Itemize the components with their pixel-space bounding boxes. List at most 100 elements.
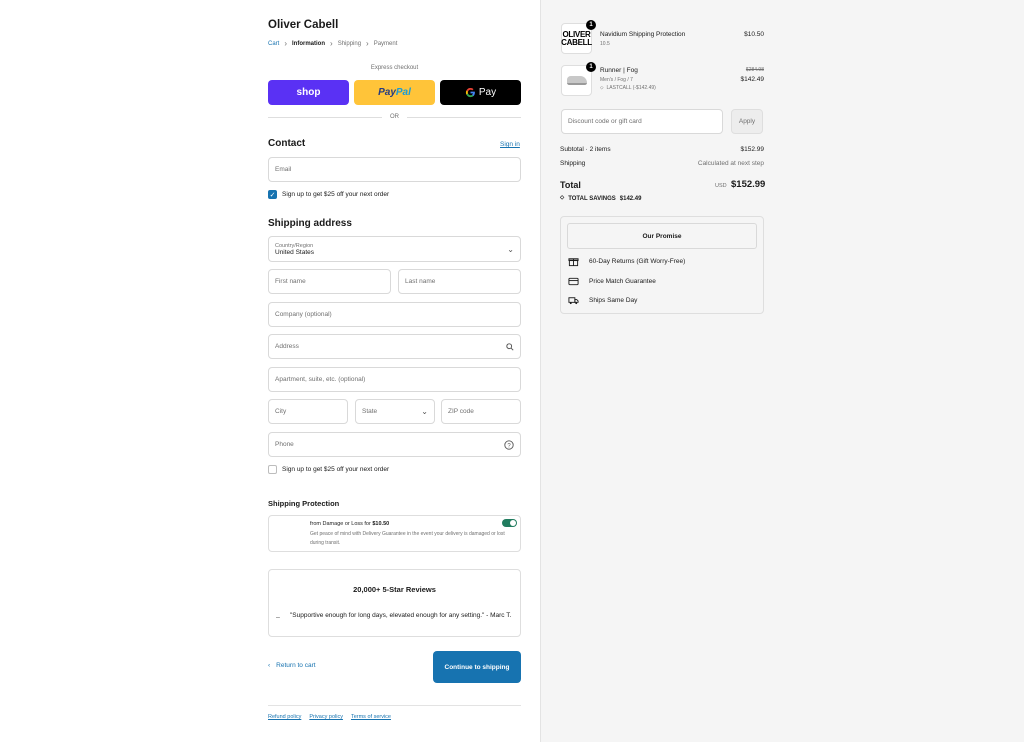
protection-offer-text: from Damage or Loss for — [310, 521, 371, 527]
brand-logo: OLIVER CABELL — [561, 30, 592, 47]
tag-icon: ⬦ — [600, 85, 604, 91]
shoe-image — [566, 76, 587, 85]
shipping-address-heading: Shipping address — [268, 218, 352, 229]
chevron-right-icon: › — [284, 39, 288, 48]
item-price: $10.50 — [744, 31, 764, 38]
chevron-left-icon: ‹ — [268, 662, 271, 669]
item-name: Runner | Fog — [600, 67, 638, 74]
reviews-title: 20,000+ 5-Star Reviews — [353, 585, 436, 594]
help-circle-icon[interactable]: ? — [504, 440, 514, 450]
continue-label: Continue to shipping — [444, 663, 510, 671]
city-placeholder: City — [275, 408, 287, 415]
carousel-indicator[interactable]: – — [276, 614, 280, 621]
breadcrumb-payment: Payment — [373, 41, 398, 47]
company-field[interactable]: Company (optional) — [268, 302, 521, 327]
item-original-price: $284.98 — [745, 67, 764, 73]
item-name: Navidium Shipping Protection — [600, 31, 686, 38]
google-pay-button[interactable]: Pay — [440, 80, 521, 105]
breadcrumb-shipping: Shipping — [337, 41, 362, 47]
apartment-placeholder: Apartment, suite, etc. (optional) — [275, 376, 366, 383]
privacy-policy-link[interactable]: Privacy policy — [309, 714, 343, 720]
breadcrumb-cart[interactable]: Cart — [268, 41, 279, 47]
return-to-cart-link[interactable]: ‹ Return to cart — [268, 662, 316, 669]
google-pay-label: Pay — [478, 87, 497, 98]
breadcrumb: Cart › Information › Shipping › Payment — [268, 39, 398, 48]
company-placeholder: Company (optional) — [275, 311, 332, 318]
continue-to-shipping-button[interactable]: Continue to shipping — [433, 651, 521, 683]
last-name-field[interactable]: Last name — [398, 269, 521, 294]
apply-button[interactable]: Apply — [731, 109, 763, 134]
address-placeholder: Address — [275, 343, 299, 350]
terms-of-service-link[interactable]: Terms of service — [351, 714, 391, 720]
truck-icon — [568, 297, 579, 305]
paypal-label-pay: Pay — [378, 87, 396, 98]
apply-label: Apply — [738, 118, 756, 125]
paypal-label-pal: Pal — [395, 87, 411, 98]
shop-pay-label: shop — [296, 87, 321, 98]
shipping-protection-offer: from Damage or Loss for $10.50 — [310, 521, 389, 527]
promise-item-label: Price Match Guarantee — [589, 278, 656, 285]
store-name[interactable]: Oliver Cabell — [268, 19, 338, 31]
address-field[interactable]: Address — [268, 334, 521, 359]
promise-item: 60-Day Returns (Gift Worry-Free) — [568, 256, 685, 267]
currency-code: USD — [715, 183, 727, 189]
email-field[interactable]: Email — [268, 157, 521, 182]
promise-item-label: Ships Same Day — [589, 297, 638, 304]
promise-item: Price Match Guarantee — [568, 276, 656, 287]
paypal-button[interactable]: Pay Pal — [354, 80, 435, 105]
refund-policy-link[interactable]: Refund policy — [268, 714, 301, 720]
total-savings: ⬦ TOTAL SAVINGS $142.49 — [560, 195, 641, 202]
sms-checkbox-row[interactable]: Sign up to get $25 off your next order — [268, 465, 389, 474]
google-g-icon — [465, 87, 475, 98]
shop-pay-button[interactable]: shop — [268, 80, 349, 105]
footer-links: Refund policy Privacy policy Terms of se… — [268, 714, 391, 720]
breadcrumb-information: Information — [292, 41, 326, 47]
discount-code-field[interactable]: Discount code or gift card — [561, 109, 723, 134]
or-label: OR — [390, 114, 399, 120]
last-name-placeholder: Last name — [405, 278, 436, 285]
contact-heading: Contact — [268, 138, 306, 149]
subtotal-value: $152.99 — [740, 146, 765, 153]
protection-description: Get peace of mind with Delivery Guarante… — [310, 531, 505, 546]
city-field[interactable]: City — [268, 399, 348, 424]
our-promise-title: Our Promise — [567, 223, 757, 249]
protection-price: $10.50 — [372, 521, 390, 527]
phone-field[interactable]: Phone ? — [268, 432, 521, 457]
zip-field[interactable]: ZIP code — [441, 399, 521, 424]
tag-icon: ⬦ — [560, 195, 565, 201]
phone-placeholder: Phone — [275, 441, 294, 448]
total-label: Total — [560, 180, 581, 190]
first-name-field[interactable]: First name — [268, 269, 391, 294]
quantity-badge: 1 — [586, 62, 596, 72]
sms-checkbox[interactable] — [268, 465, 277, 474]
shipping-value: Calculated at next step — [697, 160, 764, 167]
savings-value: $142.49 — [619, 195, 642, 202]
first-name-placeholder: First name — [275, 278, 306, 285]
divider-line — [407, 116, 521, 118]
promise-item-label: 60-Day Returns (Gift Worry-Free) — [589, 258, 686, 265]
quantity-badge: 1 — [586, 20, 596, 30]
item-discount-code: LASTCALL (-$142.49) — [606, 85, 656, 91]
gift-icon — [568, 258, 579, 267]
subtotal-label: Subtotal · 2 items — [560, 146, 611, 153]
sign-in-link[interactable]: Sign in — [500, 141, 520, 148]
zip-placeholder: ZIP code — [448, 408, 474, 415]
newsletter-checkbox[interactable]: ✓ — [268, 190, 277, 199]
savings-label: TOTAL SAVINGS — [568, 195, 616, 202]
newsletter-checkbox-row[interactable]: ✓ Sign up to get $25 off your next order — [268, 190, 389, 199]
or-divider: OR — [268, 114, 521, 120]
return-to-cart-label: Return to cart — [276, 662, 316, 669]
checkout-form-panel: Oliver Cabell Cart › Information › Shipp… — [0, 0, 540, 742]
credit-card-icon — [568, 277, 579, 286]
chevron-down-icon: ⌄ — [421, 407, 428, 416]
sms-label: Sign up to get $25 off your next order — [282, 466, 390, 473]
state-select[interactable]: State ⌄ — [355, 399, 435, 424]
shipping-label: Shipping — [560, 160, 586, 167]
country-select[interactable]: Country/Region United States ⌄ — [268, 236, 521, 262]
protection-toggle[interactable] — [502, 519, 517, 527]
apartment-field[interactable]: Apartment, suite, etc. (optional) — [268, 367, 521, 392]
divider-line — [268, 116, 382, 118]
review-quote: "Supportive enough for long days, elevat… — [290, 612, 512, 619]
search-icon — [506, 343, 514, 351]
item-variant: Men's / Fog / 7 — [600, 77, 633, 83]
